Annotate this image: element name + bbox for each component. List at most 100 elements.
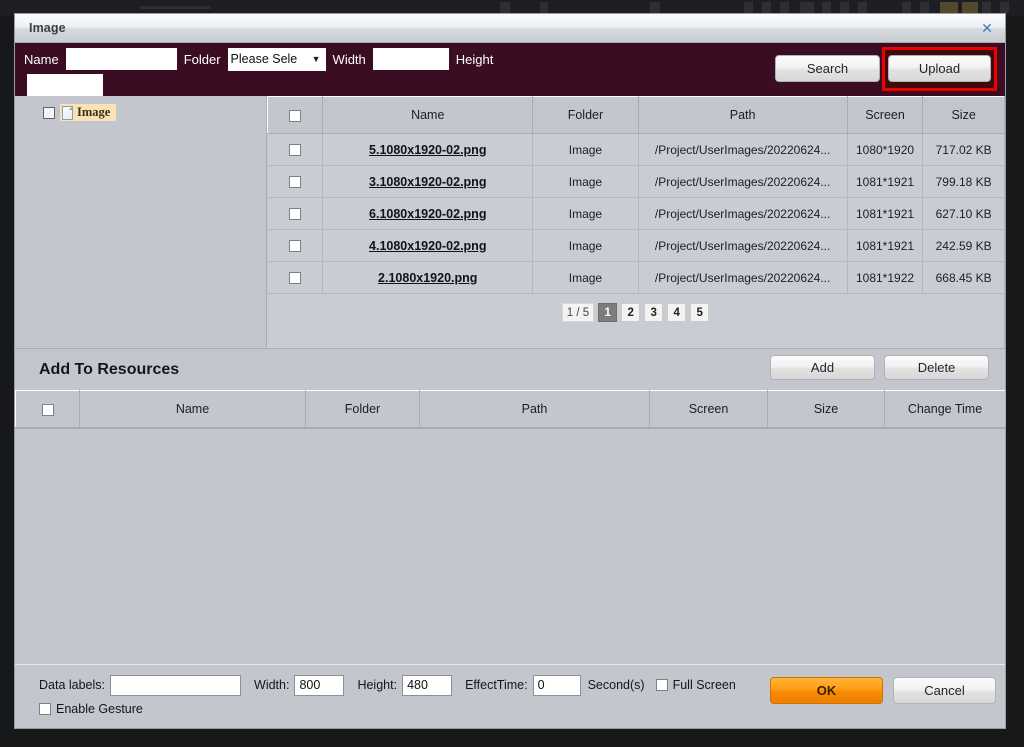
enable-gesture-checkbox-wrap[interactable]: Enable Gesture	[39, 702, 143, 716]
file-table-select-all-header	[266, 96, 324, 134]
dialog-titlebar: Image ✕	[15, 14, 1005, 43]
height-input[interactable]	[27, 74, 103, 96]
row-name-cell[interactable]: 2.1080x1920.png	[322, 261, 534, 294]
row-name-cell[interactable]: 3.1080x1920-02.png	[322, 165, 534, 198]
res-col-change-time: Change Time	[884, 390, 1006, 428]
pagination-page-1[interactable]: 1	[598, 303, 618, 322]
row-size-cell: 668.45 KB	[922, 261, 1005, 294]
table-row[interactable]: 2.1080x1920.png Image/Project/UserImages/…	[267, 261, 1005, 294]
file-name-link[interactable]: 5.1080x1920-02.png	[369, 143, 486, 157]
row-path-cell: /Project/UserImages/20220624...	[638, 165, 848, 198]
row-folder-cell: Image	[532, 165, 639, 198]
row-checkbox[interactable]	[288, 208, 301, 221]
row-checkbox[interactable]	[288, 240, 301, 253]
row-checkbox[interactable]	[288, 144, 301, 157]
pagination-info: 1 / 5	[561, 303, 595, 322]
row-screen-cell: 1081*1922	[847, 261, 924, 294]
search-button[interactable]: Search	[775, 55, 880, 82]
file-name-link[interactable]: 3.1080x1920-02.png	[369, 175, 486, 189]
row-name-cell[interactable]: 5.1080x1920-02.png	[322, 133, 534, 166]
file-col-name: Name	[322, 96, 534, 134]
resources-header: Add To Resources Add Delete	[15, 349, 1005, 390]
file-name-link[interactable]: 6.1080x1920-02.png	[369, 207, 486, 221]
file-col-screen: Screen	[846, 96, 924, 134]
table-row[interactable]: 6.1080x1920-02.png Image/Project/UserImag…	[267, 197, 1005, 230]
table-row[interactable]: 3.1080x1920-02.png Image/Project/UserImag…	[267, 165, 1005, 198]
image-dialog: Image ✕ Name Folder Please Sele ▼ Width …	[14, 13, 1006, 729]
resources-select-all-checkbox[interactable]	[41, 403, 54, 416]
file-col-folder: Folder	[532, 96, 639, 134]
row-folder-cell: Image	[532, 197, 639, 230]
full-screen-label: Full Screen	[672, 678, 736, 692]
tree-item-checkbox[interactable]	[43, 106, 55, 119]
tree-item-image[interactable]: Image	[43, 104, 117, 121]
effecttime-label: EffectTime:	[465, 678, 528, 692]
row-checkbox-cell[interactable]	[267, 133, 324, 166]
resources-empty-area	[15, 428, 1005, 664]
close-icon[interactable]: ✕	[979, 20, 995, 36]
width-label: Width	[332, 51, 366, 67]
pagination-page-2[interactable]: 2	[621, 303, 641, 322]
data-labels-input[interactable]	[110, 674, 242, 696]
enable-gesture-checkbox[interactable]	[39, 703, 51, 715]
file-name-link[interactable]: 4.1080x1920-02.png	[369, 239, 486, 253]
row-path-cell: /Project/UserImages/20220624...	[638, 229, 848, 262]
select-all-checkbox[interactable]	[289, 109, 302, 122]
row-name-cell[interactable]: 6.1080x1920-02.png	[322, 197, 534, 230]
resources-select-all-header	[15, 390, 80, 428]
resources-table: Name Folder Path Screen Size Change Time	[15, 390, 1006, 428]
row-checkbox-cell[interactable]	[267, 197, 324, 230]
row-screen-cell: 1080*1920	[847, 133, 924, 166]
full-screen-checkbox-wrap[interactable]: Full Screen	[655, 678, 736, 692]
file-name-link[interactable]: 2.1080x1920.png	[378, 271, 477, 285]
ok-button[interactable]: OK	[770, 677, 883, 704]
cancel-button[interactable]: Cancel	[893, 677, 996, 704]
row-checkbox-cell[interactable]	[267, 165, 324, 198]
row-size-cell: 627.10 KB	[922, 197, 1005, 230]
resources-table-wrap: Name Folder Path Screen Size Change Time	[15, 390, 1006, 664]
bottom-toolbar: Data labels: Width: Height: EffectTime: …	[15, 664, 1005, 728]
width-input[interactable]	[372, 48, 449, 70]
full-screen-checkbox[interactable]	[655, 679, 668, 691]
dialog-title: Image	[29, 21, 66, 35]
upload-button[interactable]: Upload	[888, 55, 991, 82]
pagination-page-4[interactable]: 4	[667, 303, 687, 322]
file-col-path: Path	[637, 96, 848, 134]
res-col-size: Size	[767, 390, 885, 428]
row-checkbox-cell[interactable]	[267, 229, 324, 262]
row-size-cell: 242.59 KB	[922, 229, 1005, 262]
pagination-page-3[interactable]: 3	[644, 303, 664, 322]
delete-button[interactable]: Delete	[884, 355, 989, 380]
resources-header-row: Name Folder Path Screen Size Change Time	[15, 390, 1006, 428]
res-col-name: Name	[79, 390, 306, 428]
folder-label: Folder	[183, 51, 221, 67]
table-row[interactable]: 4.1080x1920-02.png Image/Project/UserImag…	[267, 229, 1005, 262]
effecttime-input[interactable]	[532, 674, 581, 696]
name-input[interactable]	[65, 48, 177, 70]
bottom-height-input[interactable]	[402, 674, 453, 696]
upper-section: Image Name Folder Path Screen Size 5.108…	[15, 96, 1005, 349]
add-button[interactable]: Add	[770, 355, 875, 380]
chevron-down-icon: ▼	[311, 54, 321, 64]
res-col-screen: Screen	[649, 390, 768, 428]
row-name-cell[interactable]: 4.1080x1920-02.png	[322, 229, 534, 262]
resources-heading: Add To Resources	[39, 360, 180, 378]
pagination: 1 / 512345	[267, 294, 1005, 348]
search-toolbar: Name Folder Please Sele ▼ Width Height S…	[15, 43, 1005, 96]
enable-gesture-label: Enable Gesture	[56, 702, 143, 716]
bottom-width-input[interactable]	[294, 674, 345, 696]
bottom-width-label: Width:	[254, 678, 290, 692]
row-checkbox[interactable]	[288, 176, 301, 189]
row-screen-cell: 1081*1921	[847, 197, 924, 230]
folder-select[interactable]: Please Sele ▼	[227, 47, 326, 71]
table-row[interactable]: 5.1080x1920-02.png Image/Project/UserImag…	[267, 133, 1005, 166]
tree-item-label: Image	[77, 105, 111, 119]
file-table: Name Folder Path Screen Size 5.1080x1920…	[266, 96, 1005, 294]
file-table-header-row: Name Folder Path Screen Size	[266, 96, 1005, 134]
res-col-path: Path	[419, 390, 650, 428]
file-list-panel: Name Folder Path Screen Size 5.1080x1920…	[266, 96, 1005, 348]
row-checkbox[interactable]	[288, 272, 301, 285]
row-checkbox-cell[interactable]	[267, 261, 324, 294]
row-folder-cell: Image	[532, 229, 639, 262]
pagination-page-5[interactable]: 5	[690, 303, 710, 322]
